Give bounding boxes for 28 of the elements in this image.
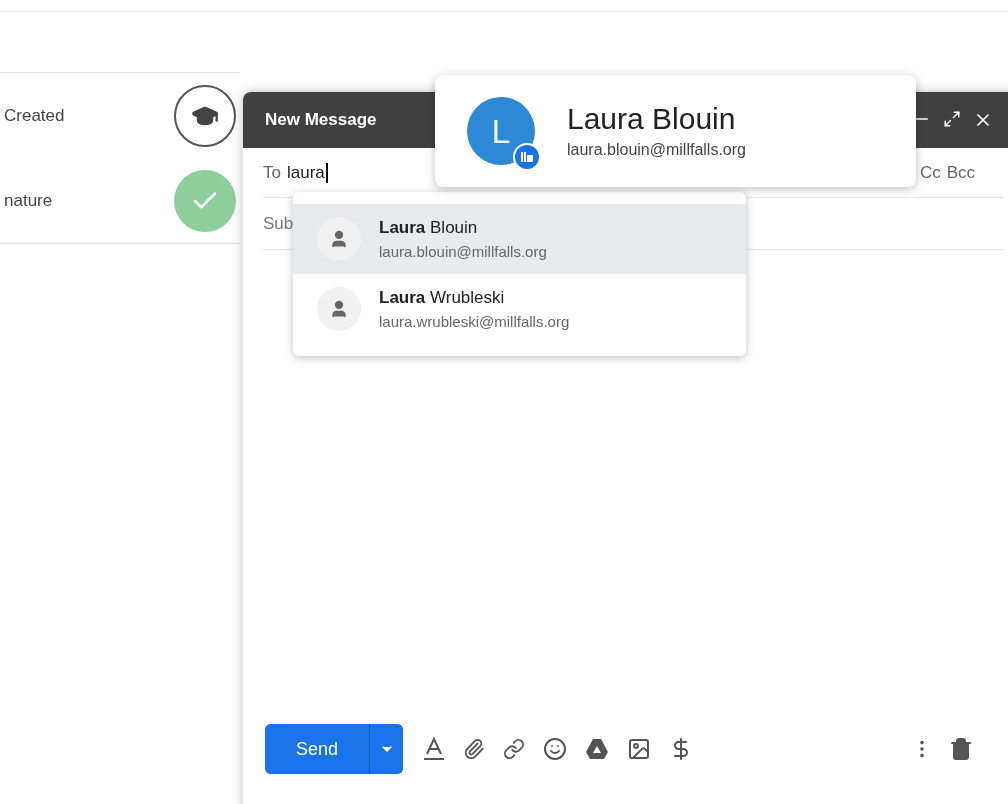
text-format-icon[interactable] (423, 737, 445, 761)
expand-icon[interactable] (943, 110, 961, 128)
contact-name: Laura Blouin (379, 217, 479, 239)
avatar: L (467, 97, 535, 165)
contact-email: laura.blouin@millfalls.org (379, 241, 547, 262)
contact-name: Laura Wrubleski (379, 287, 506, 309)
window-title: New Message (265, 109, 377, 132)
smile-icon[interactable] (543, 737, 567, 761)
card-name: Laura Blouin (567, 101, 737, 137)
suggestion-item[interactable]: Laura Blouin laura.blouin@millfalls.org (293, 204, 746, 274)
to-label: To (263, 161, 281, 184)
row-label: nature (4, 189, 53, 212)
link-icon[interactable] (503, 738, 525, 760)
contact-email: laura.wrubleski@millfalls.org (379, 311, 570, 332)
person-icon (317, 217, 361, 261)
person-icon (317, 287, 361, 331)
send-options-button[interactable] (369, 724, 403, 774)
paperclip-icon[interactable] (463, 738, 485, 760)
bcc-link[interactable]: Bcc (946, 159, 975, 186)
row-label: Created (4, 104, 65, 127)
image-icon[interactable] (627, 737, 651, 761)
cc-link[interactable]: Cc (919, 159, 941, 186)
subject-field[interactable]: Sub (263, 210, 294, 237)
card-email: laura.blouin@millfalls.org (567, 140, 746, 160)
trash-icon[interactable] (949, 737, 973, 761)
building-icon (513, 143, 541, 171)
suggestion-item[interactable]: Laura Wrubleski laura.wrubleski@millfalls.org (293, 274, 746, 344)
to-field[interactable]: laura (286, 162, 328, 183)
